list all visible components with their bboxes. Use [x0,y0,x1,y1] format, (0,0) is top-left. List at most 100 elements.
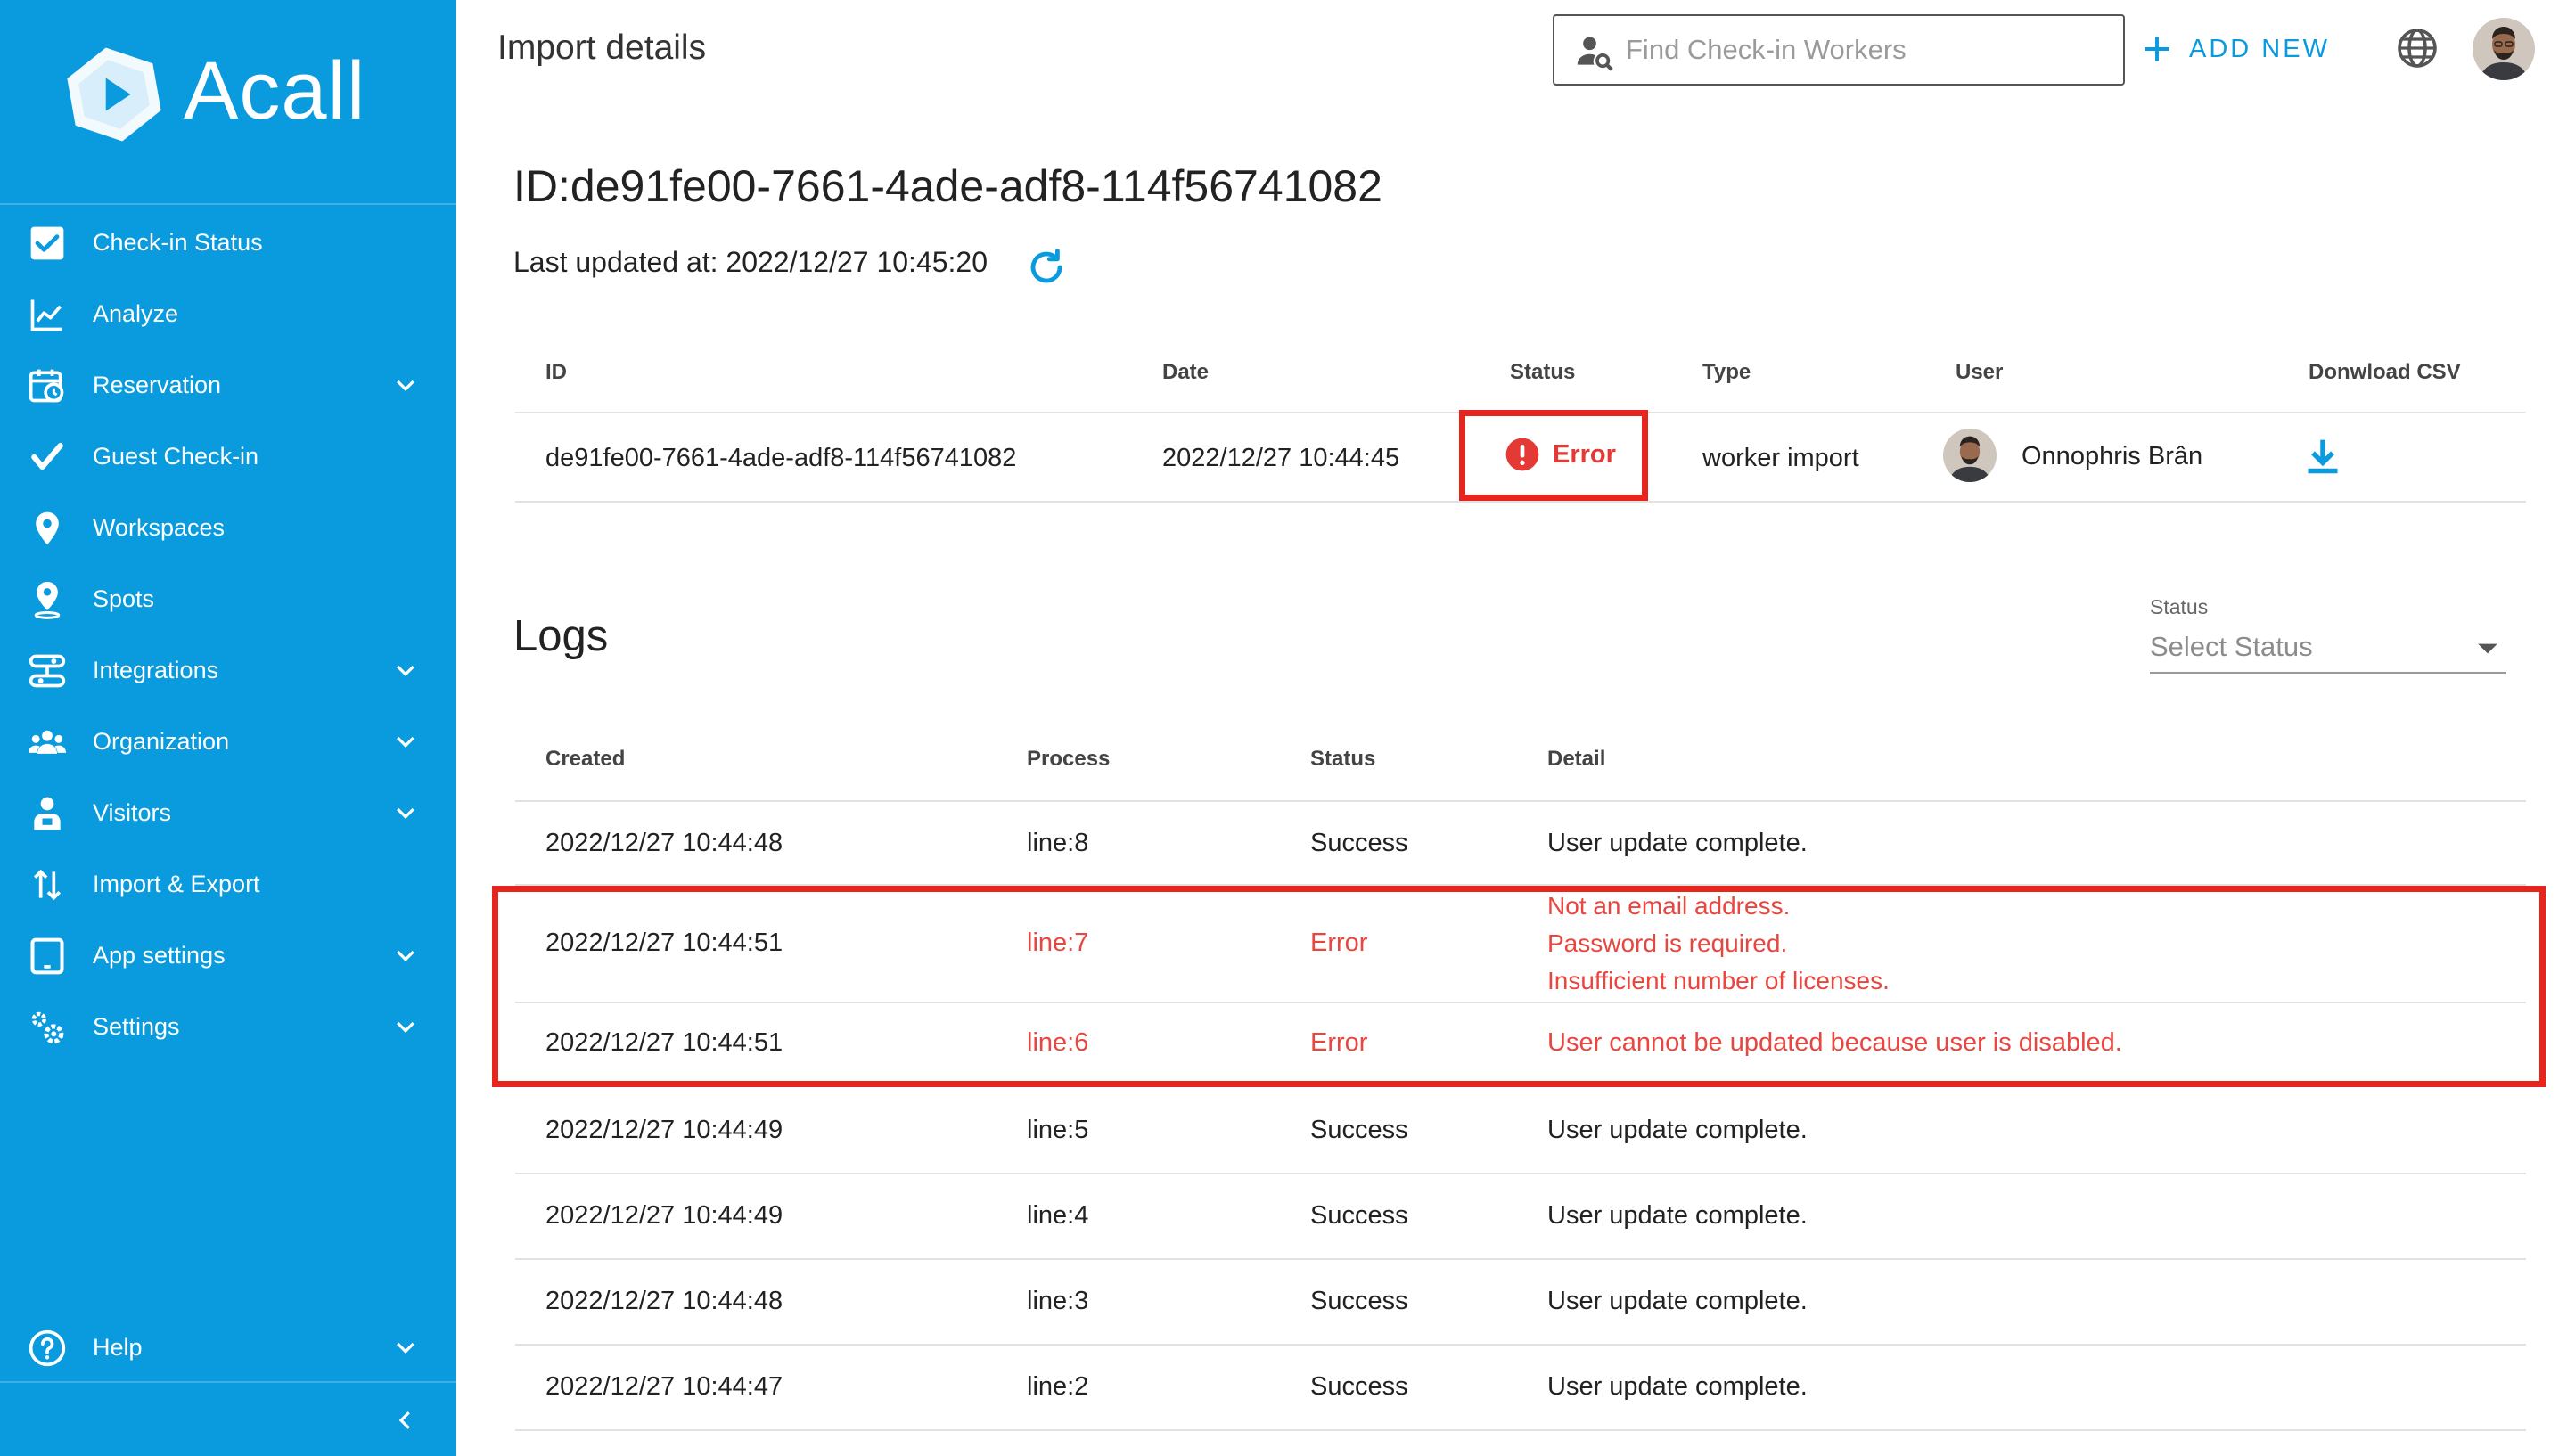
column-header-download-csv: Donwload CSV [2309,360,2461,384]
help-circle-icon [27,1328,68,1369]
log-process: line:3 [1027,1287,1089,1315]
acall-logo-icon [67,47,161,142]
column-header-status: Status [1310,747,1376,771]
column-header-date: Date [1162,360,1210,384]
sidebar-item-label: Settings [93,1012,180,1040]
column-header-type: Type [1702,360,1751,384]
visitor-badge-icon [27,793,68,834]
import-row-user: Onnophris Brân [2022,442,2203,470]
sidebar: Acall Check-in Status Analyze Reservatio… [0,0,456,1456]
sidebar-item-label: Spots [93,585,155,612]
log-created: 2022/12/27 10:44:48 [545,1287,783,1315]
log-created: 2022/12/27 10:44:49 [545,1201,783,1230]
chevron-down-icon[interactable] [392,729,419,756]
app-root: Acall Check-in Status Analyze Reservatio… [0,0,2567,1456]
sidebar-item-reservation[interactable]: Reservation [0,353,456,417]
sidebar-item-label: Reservation [93,371,222,398]
sidebar-item-label: Guest Check-in [93,442,259,470]
chevron-down-icon[interactable] [392,943,419,969]
refresh-icon[interactable] [1025,246,1068,289]
sidebar-item-app-settings[interactable]: App settings [0,923,456,987]
chevron-down-icon[interactable] [392,658,419,684]
chevron-down-icon[interactable] [392,1014,419,1041]
user-avatar[interactable] [2473,18,2535,80]
sidebar-item-label: Help [93,1333,143,1361]
sidebar-item-import-export[interactable]: Import & Export [0,852,456,916]
line-chart-icon [27,294,68,335]
globe-icon[interactable] [2396,27,2439,70]
gears-icon [27,1007,68,1048]
sidebar-divider [0,1381,456,1383]
error-rows-highlight [492,886,2546,1087]
import-export-icon [27,864,68,905]
sidebar-item-workspaces[interactable]: Workspaces [0,495,456,560]
log-status: Success [1310,1287,1408,1315]
chevron-down-icon[interactable] [392,1335,419,1362]
sidebar-item-label: App settings [93,941,226,969]
dropdown-arrow-icon [2478,643,2497,654]
log-status: Success [1310,829,1408,857]
status-filter-value: Select Status [2150,631,2313,662]
sidebar-item-label: Analyze [93,299,179,327]
sidebar-item-label: Integrations [93,656,219,683]
add-new-button[interactable]: ADD NEW [2141,27,2330,71]
log-status: Success [1310,1372,1408,1401]
checkbox-icon [27,223,68,264]
sidebar-item-organization[interactable]: Organization [0,709,456,773]
column-header-created: Created [545,747,626,771]
chevron-down-icon[interactable] [392,372,419,399]
sidebar-item-visitors[interactable]: Visitors [0,781,456,845]
add-new-label: ADD NEW [2189,34,2330,63]
log-detail: User update complete. [1547,1372,1808,1401]
log-created: 2022/12/27 10:44:48 [545,829,783,857]
sidebar-item-spots[interactable]: Spots [0,567,456,631]
brand-name: Acall [184,45,366,136]
integrations-icon [27,650,68,691]
log-created: 2022/12/27 10:44:49 [545,1116,783,1144]
status-filter-label: Status [2150,595,2209,618]
log-process: line:5 [1027,1116,1089,1144]
plus-icon [2145,37,2169,61]
people-group-icon [27,722,68,763]
sidebar-item-label: Check-in Status [93,228,263,256]
import-row-date: 2022/12/27 10:44:45 [1162,444,1400,472]
user-portrait-icon [1943,429,1997,482]
chevron-down-icon[interactable] [392,800,419,827]
person-pin-icon [27,579,68,620]
status-filter-select[interactable]: Select Status [2150,624,2506,674]
table-divider [515,1344,2526,1346]
log-detail: User update complete. [1547,1287,1808,1315]
import-row-type: worker import [1702,444,1859,472]
column-header-process: Process [1027,747,1111,771]
table-divider [515,1258,2526,1260]
column-header-user: User [1956,360,2004,384]
log-status: Success [1310,1201,1408,1230]
search-field[interactable] [1553,14,2125,86]
table-divider [515,1429,2526,1431]
calendar-clock-icon [27,365,68,406]
sidebar-item-analyze[interactable]: Analyze [0,282,456,346]
import-row-id: de91fe00-7661-4ade-adf8-114f56741082 [545,444,1017,472]
sidebar-item-guest-check-in[interactable]: Guest Check-in [0,424,456,488]
sidebar-item-label: Import & Export [93,870,260,897]
logs-title: Logs [513,612,609,660]
sidebar-item-help[interactable]: Help [0,1315,456,1379]
table-divider [515,501,2526,503]
log-created: 2022/12/27 10:44:47 [545,1372,783,1401]
sidebar-item-settings[interactable]: Settings [0,994,456,1059]
check-icon [27,437,68,478]
log-detail: User update complete. [1547,1116,1808,1144]
sidebar-item-integrations[interactable]: Integrations [0,638,456,702]
last-updated-text: Last updated at: 2022/12/27 10:45:20 [513,246,988,278]
person-search-icon [1577,37,1613,71]
error-status-highlight [1459,410,1648,501]
download-icon[interactable] [2303,435,2342,478]
map-pin-icon [27,508,68,549]
sidebar-item-check-in-status[interactable]: Check-in Status [0,210,456,274]
column-header-detail: Detail [1547,747,1606,771]
log-status: Success [1310,1116,1408,1144]
collapse-sidebar-icon[interactable] [392,1405,419,1436]
search-input[interactable] [1626,25,2107,75]
import-id-heading: ID:de91fe00-7661-4ade-adf8-114f56741082 [513,161,1382,211]
brand-logo[interactable]: Acall [0,0,456,205]
